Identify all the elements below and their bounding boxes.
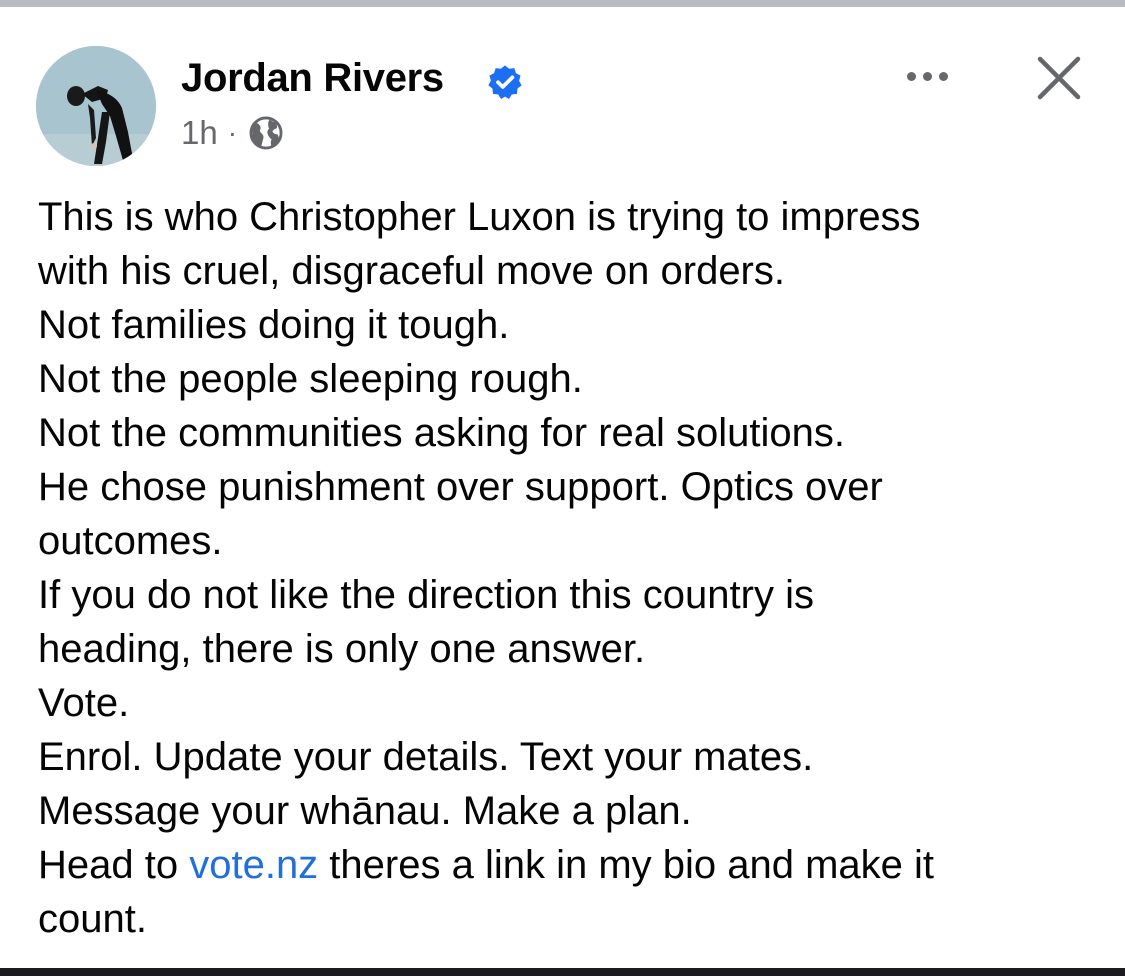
post-text-line: count. xyxy=(38,897,147,941)
post-meta: 1h · xyxy=(181,113,285,153)
more-options-button[interactable] xyxy=(896,56,958,96)
avatar-photo xyxy=(36,46,156,166)
vote-nz-link[interactable]: vote.nz xyxy=(189,843,318,887)
post-text-line: Not the people sleeping rough. xyxy=(38,357,583,401)
post-text-line: This is who Christopher Luxon is trying … xyxy=(38,195,921,239)
verified-badge-icon xyxy=(488,65,522,99)
post-text-segment: theres a link in my bio and make it xyxy=(318,843,935,887)
more-horizontal-icon xyxy=(938,71,948,81)
more-horizontal-icon xyxy=(906,71,916,81)
close-button[interactable] xyxy=(1033,52,1085,104)
post-text-line: If you do not like the direction this co… xyxy=(38,573,814,617)
post-text-line: Not the communities asking for real solu… xyxy=(38,411,846,455)
top-divider xyxy=(0,0,1125,7)
post-text-line: He chose punishment over support. Optics… xyxy=(38,465,883,509)
post-text-segment: Head to xyxy=(38,843,190,887)
post-text-line: Message your whānau. Make a plan. xyxy=(38,789,692,833)
post-text-line: Vote. xyxy=(38,681,130,725)
globe-icon[interactable] xyxy=(247,114,285,152)
meta-separator: · xyxy=(227,117,238,148)
post-text-line-with-link: Head to vote.nz theres a link in my bio … xyxy=(38,838,1098,892)
post-text: This is who Christopher Luxon is trying … xyxy=(38,190,1098,946)
post-text-line: heading, there is only one answer. xyxy=(38,627,646,671)
post-text-line: Enrol. Update your details. Text your ma… xyxy=(38,735,814,779)
post-text-line: outcomes. xyxy=(38,519,223,563)
bottom-divider xyxy=(0,968,1125,976)
author-name[interactable]: Jordan Rivers xyxy=(181,56,444,101)
avatar[interactable] xyxy=(36,46,156,166)
post-text-line: Not families doing it tough. xyxy=(38,303,510,347)
close-icon xyxy=(1037,56,1081,100)
timestamp[interactable]: 1h xyxy=(181,114,218,152)
more-horizontal-icon xyxy=(922,71,932,81)
post-text-line: with his cruel, disgraceful move on orde… xyxy=(38,249,785,293)
